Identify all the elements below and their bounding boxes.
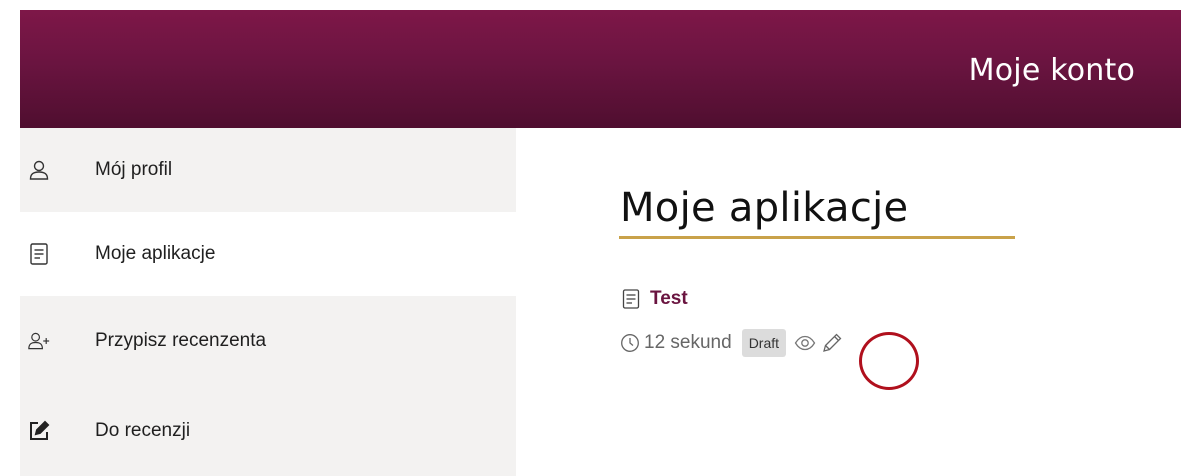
sidebar-item-assign-reviewer[interactable]: Przypisz recenzenta xyxy=(20,296,516,386)
status-badge: Draft xyxy=(741,329,787,357)
edit-square-icon xyxy=(28,420,50,442)
sidebar: Mój profil Moje aplikacje Przypisz recen… xyxy=(20,128,516,476)
document-icon xyxy=(622,289,640,309)
highlight-circle-annotation xyxy=(859,332,919,390)
document-icon xyxy=(28,243,50,265)
eye-icon[interactable] xyxy=(794,333,816,353)
sidebar-item-label: Mój profil xyxy=(95,159,173,180)
add-user-icon xyxy=(28,330,50,352)
sidebar-item-label: Przypisz recenzenta xyxy=(95,330,267,351)
sidebar-item-my-profile[interactable]: Mój profil xyxy=(20,128,516,212)
app-header: Moje konto xyxy=(20,10,1181,128)
application-item: Test xyxy=(622,286,688,312)
clock-icon xyxy=(620,333,640,353)
application-name-link[interactable]: Test xyxy=(650,288,688,310)
sidebar-item-to-review[interactable]: Do recenzji xyxy=(20,386,516,476)
sidebar-item-my-applications[interactable]: Moje aplikacje xyxy=(20,212,516,296)
sidebar-item-label: Do recenzji xyxy=(95,420,191,441)
user-icon xyxy=(28,159,50,181)
header-title: Moje konto xyxy=(968,53,1135,88)
application-time: 12 sekund xyxy=(644,332,732,353)
pencil-icon[interactable] xyxy=(820,331,844,355)
title-underline xyxy=(619,236,1015,239)
application-meta: 12 sekund Draft xyxy=(620,328,844,358)
sidebar-item-label: Moje aplikacje xyxy=(95,243,216,264)
page-title: Moje aplikacje xyxy=(620,185,909,231)
main-content: Moje aplikacje Test 12 sekund Draft xyxy=(516,128,1181,476)
